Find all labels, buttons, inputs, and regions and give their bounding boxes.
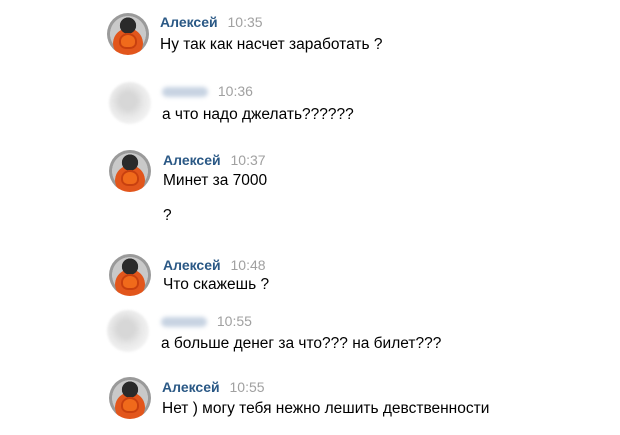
avatar[interactable] bbox=[107, 310, 149, 352]
author-name[interactable] bbox=[161, 317, 207, 328]
timestamp[interactable]: 10:36 bbox=[218, 83, 253, 99]
timestamp[interactable]: 10:35 bbox=[228, 14, 263, 30]
message-text: Ну так как насчет заработать ? bbox=[160, 36, 383, 53]
message-text: ? bbox=[163, 207, 172, 224]
message-meta: Алексей 10:48 bbox=[163, 257, 266, 273]
author-name[interactable]: Алексей bbox=[160, 14, 218, 30]
message-text: Минет за 7000 bbox=[163, 172, 268, 189]
avatar[interactable] bbox=[109, 82, 151, 124]
chat-history: Алексей 10:35 Ну так как насчет заработа… bbox=[0, 0, 620, 435]
message-meta: 10:36 bbox=[162, 83, 253, 99]
avatar[interactable] bbox=[107, 13, 149, 55]
message-text: Что скажешь ? bbox=[163, 276, 270, 293]
message-meta: Алексей 10:55 bbox=[162, 379, 265, 395]
author-name[interactable]: Алексей bbox=[163, 152, 221, 168]
timestamp[interactable]: 10:55 bbox=[230, 379, 265, 395]
timestamp[interactable]: 10:48 bbox=[231, 257, 266, 273]
message-text: Нет ) могу тебя нежно лешить девственнос… bbox=[162, 400, 490, 417]
avatar[interactable] bbox=[109, 377, 151, 419]
message-meta: Алексей 10:37 bbox=[163, 152, 266, 168]
author-name[interactable]: Алексей bbox=[163, 257, 221, 273]
message-meta: 10:55 bbox=[161, 313, 252, 329]
timestamp[interactable]: 10:37 bbox=[231, 152, 266, 168]
avatar[interactable] bbox=[109, 254, 151, 296]
message-text: а больше денег за что??? на билет??? bbox=[161, 335, 442, 352]
message-meta: Алексей 10:35 bbox=[160, 14, 263, 30]
author-name[interactable]: Алексей bbox=[162, 379, 220, 395]
avatar[interactable] bbox=[109, 150, 151, 192]
timestamp[interactable]: 10:55 bbox=[217, 313, 252, 329]
author-name[interactable] bbox=[162, 87, 208, 98]
message-text: а что надо джелать?????? bbox=[162, 106, 354, 123]
